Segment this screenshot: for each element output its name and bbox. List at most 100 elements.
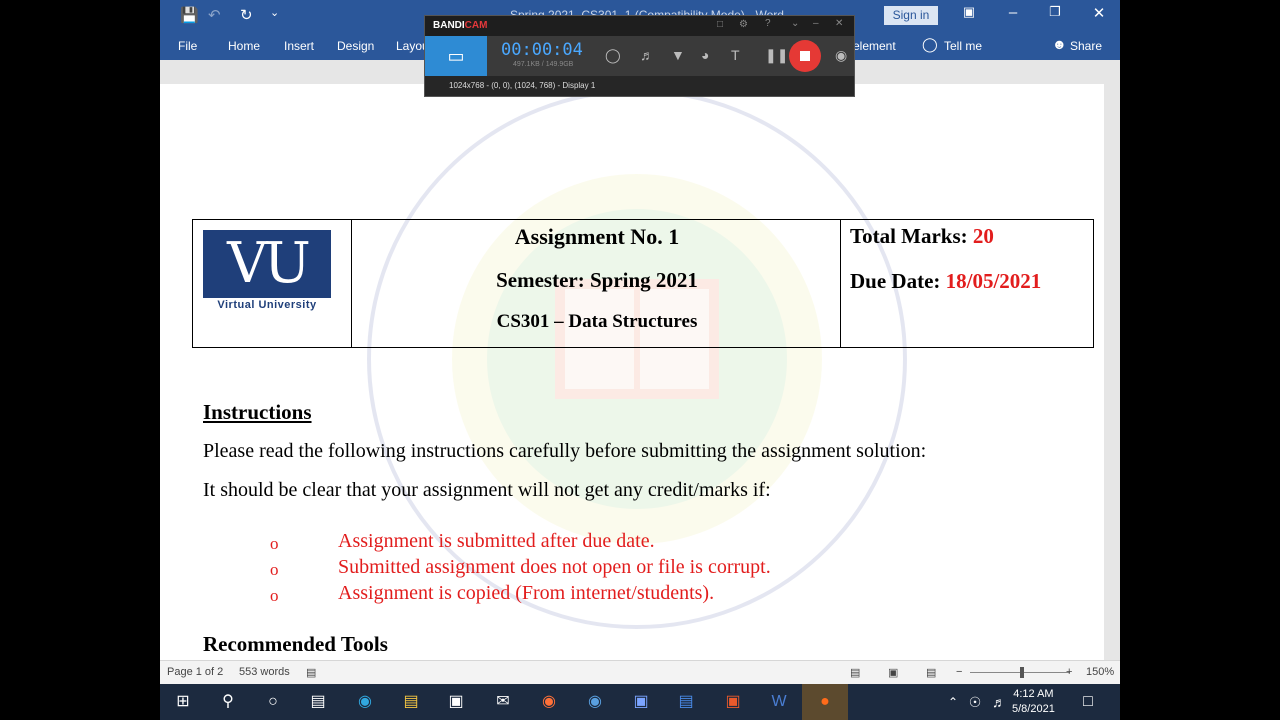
speaker-icon[interactable]: ♬	[640, 47, 654, 63]
instructions-heading: Instructions	[203, 400, 312, 424]
sign-in-button[interactable]: Sign in	[884, 6, 938, 25]
vu-logo-subtitle: Virtual University	[217, 299, 317, 311]
total-marks-label: Total Marks:	[850, 224, 973, 248]
recording-size: 497.1KB / 149.9GB	[513, 61, 574, 68]
close-button[interactable]: ✕	[1084, 4, 1114, 22]
app-icon[interactable]: ◉	[582, 690, 608, 714]
save-icon[interactable]: 💾	[180, 6, 199, 24]
notifications-icon[interactable]: □	[1075, 690, 1101, 714]
help-icon[interactable]: ?	[765, 18, 771, 29]
total-marks: Total Marks: 20	[850, 224, 994, 249]
word-icon[interactable]: W	[766, 690, 792, 714]
semester-label: Semester: Spring 2021	[496, 268, 698, 292]
share-button[interactable]: Share	[1070, 39, 1102, 53]
cortana-icon[interactable]: ○	[260, 690, 286, 714]
mail-icon[interactable]: ✉	[490, 690, 516, 714]
file-explorer-icon[interactable]: ▤	[398, 690, 424, 714]
mouse-icon[interactable]: ◕	[701, 47, 709, 63]
header-table: VU Virtual University Assignment No. 1 S…	[192, 219, 1094, 348]
clock-date: 5/8/2021	[1012, 703, 1055, 715]
status-bar: Page 1 of 2 553 words ▤ ▤ ▣ ▤ − + 150%	[160, 660, 1120, 684]
edge-icon[interactable]: ◉	[352, 690, 378, 714]
collapse-icon[interactable]: ⌄	[791, 18, 799, 29]
zoom-in-button[interactable]: +	[1066, 666, 1072, 678]
minimize-button[interactable]: –	[998, 4, 1028, 21]
bullet-marker: o	[270, 560, 279, 579]
camera-icon[interactable]: ◉	[835, 47, 847, 64]
tab-element[interactable]: element	[853, 39, 896, 53]
bandicam-toolbar: BANDICAM □ ⚙ ? ⌄ – ✕ ▭ 00:00:04 497.1KB …	[424, 15, 855, 97]
share-person-icon: ☻	[1052, 36, 1067, 52]
firefox-icon[interactable]: ◉	[536, 690, 562, 714]
due-date-value: 18/05/2021	[945, 269, 1042, 293]
vu-logo: VU Virtual University	[203, 230, 331, 314]
webcam-icon[interactable]: ◯	[605, 47, 621, 64]
bandicam-title-bar: BANDICAM □ ⚙ ? ⌄ – ✕	[425, 16, 854, 36]
pause-icon[interactable]: ❚❚	[765, 47, 788, 64]
list-item: Submitted assignment does not open or fi…	[338, 556, 771, 578]
search-icon[interactable]: ⚲	[215, 690, 241, 714]
zoom-slider-thumb[interactable]	[1020, 667, 1024, 678]
document-page[interactable]: VU Virtual University Assignment No. 1 S…	[160, 84, 1104, 684]
settings-icon[interactable]: ⚙	[739, 19, 748, 30]
tell-me-box[interactable]: Tell me	[944, 39, 982, 53]
instructions-paragraph-2: It should be clear that your assignment …	[203, 479, 771, 501]
app-icon[interactable]: ▣	[628, 690, 654, 714]
proofing-icon[interactable]: ▤	[306, 666, 316, 679]
tab-design[interactable]: Design	[337, 39, 374, 53]
vu-logo-mark: VU	[203, 230, 331, 298]
task-view-icon[interactable]: ▤	[305, 690, 331, 714]
microphone-icon[interactable]: ▼	[671, 47, 685, 63]
bullet-marker: o	[270, 534, 279, 553]
read-mode-icon[interactable]: ▤	[850, 666, 860, 679]
recording-timer: 00:00:04	[501, 40, 583, 60]
course-title: CS301 – Data Structures	[496, 311, 698, 332]
tab-insert[interactable]: Insert	[284, 39, 314, 53]
screen-mode-button[interactable]: ▭	[425, 36, 487, 76]
bullet-marker: o	[270, 586, 279, 605]
dev-cpp-icon[interactable]: ▤	[673, 690, 699, 714]
page-count[interactable]: Page 1 of 2	[167, 666, 223, 678]
total-marks-value: 20	[972, 224, 994, 248]
ribbon-display-options-icon[interactable]: ▣	[954, 4, 984, 20]
zoom-out-button[interactable]: −	[956, 666, 962, 678]
folder-icon[interactable]: □	[717, 19, 723, 30]
network-icon[interactable]: ☉	[962, 690, 988, 714]
text-icon[interactable]: T	[731, 47, 740, 63]
store-icon[interactable]: ▣	[443, 690, 469, 714]
bandicam-close-button[interactable]: ✕	[835, 18, 843, 29]
bandicam-minimize-button[interactable]: –	[813, 18, 819, 29]
web-layout-icon[interactable]: ▤	[926, 666, 936, 679]
print-layout-icon[interactable]: ▣	[888, 666, 898, 679]
clock-time: 4:12 AM	[1013, 688, 1054, 700]
bandicam-icon[interactable]: ●	[812, 690, 838, 714]
undo-icon[interactable]: ↶	[208, 6, 221, 24]
table-divider	[351, 220, 352, 347]
list-item: Assignment is submitted after due date.	[338, 530, 655, 552]
recommended-tools-heading: Recommended Tools	[203, 632, 388, 656]
document-area[interactable]: VU Virtual University Assignment No. 1 S…	[160, 60, 1120, 684]
winrar-icon[interactable]: ▣	[720, 690, 746, 714]
customize-toolbar-icon[interactable]: ⌄	[270, 6, 279, 19]
tab-home[interactable]: Home	[228, 39, 260, 53]
windows-taskbar: ⊞ ⚲ ○ ▤ ◉ ▤ ▣ ✉ ◉ ◉ ▣ ▤ ▣ W ● ⌃ ☉ ♬ 4:12…	[160, 684, 1120, 720]
stop-recording-button[interactable]	[789, 40, 821, 72]
lightbulb-icon: ◯	[922, 36, 938, 52]
zoom-level[interactable]: 150%	[1086, 666, 1114, 678]
bandicam-logo: BANDICAM	[433, 20, 488, 31]
capture-region[interactable]: 1024x768 - (0, 0), (1024, 768) - Display…	[449, 81, 595, 90]
bandicam-region-bar: 1024x768 - (0, 0), (1024, 768) - Display…	[425, 76, 854, 96]
word-count[interactable]: 553 words	[239, 666, 290, 678]
start-icon[interactable]: ⊞	[170, 690, 196, 714]
volume-icon[interactable]: ♬	[986, 690, 1012, 714]
due-date: Due Date: 18/05/2021	[850, 269, 1041, 294]
due-date-label: Due Date:	[850, 269, 946, 293]
word-window: 💾 ↶ ↻ ⌄ Spring 2021_CS301_1 (Compatibili…	[160, 0, 1120, 684]
restore-button[interactable]: ❐	[1040, 4, 1070, 20]
tab-file[interactable]: File	[178, 39, 197, 53]
redo-icon[interactable]: ↻	[240, 6, 253, 24]
instructions-paragraph-1: Please read the following instructions c…	[203, 440, 927, 462]
list-item: Assignment is copied (From internet/stud…	[338, 582, 715, 604]
assignment-number: Assignment No. 1	[514, 224, 680, 249]
clock[interactable]: 4:12 AM 5/8/2021	[1012, 687, 1055, 717]
